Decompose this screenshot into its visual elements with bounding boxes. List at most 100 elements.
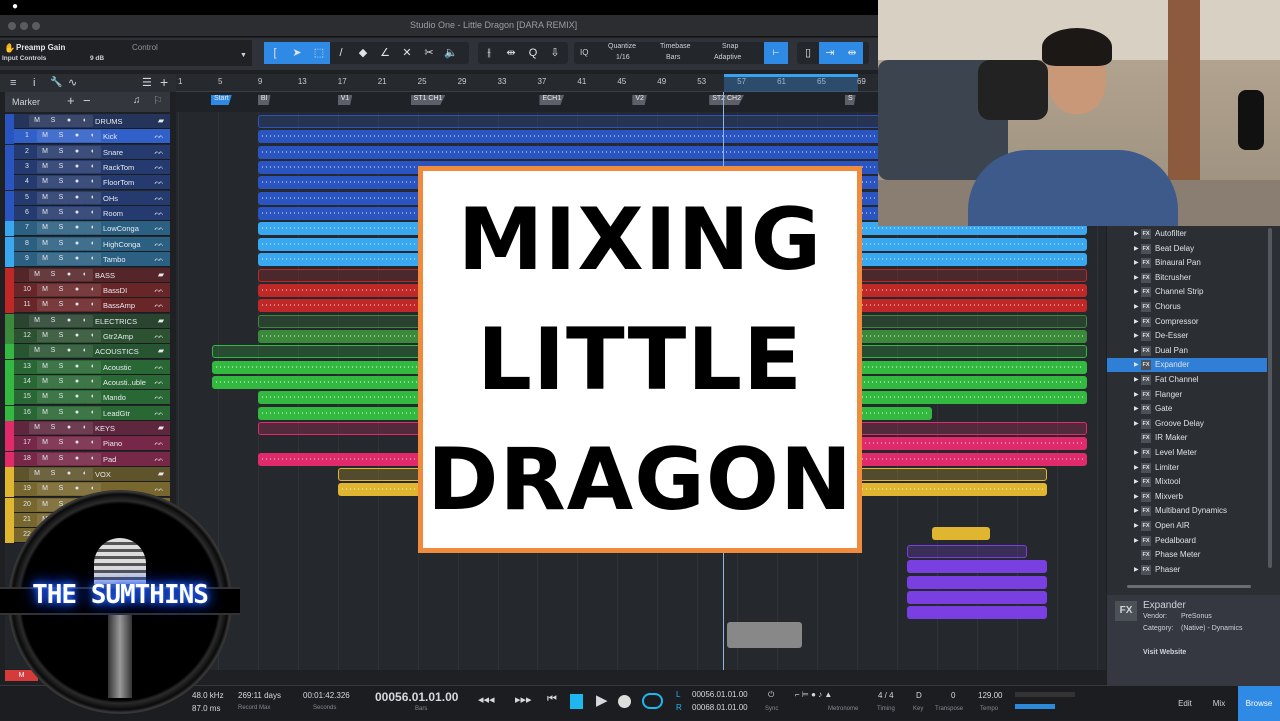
- track-name[interactable]: OHs: [103, 194, 118, 203]
- track-name[interactable]: Room: [103, 209, 123, 218]
- record-arm-button[interactable]: ●: [69, 176, 85, 189]
- track-row[interactable]: 8 M S ● ◐ HighConga ᨓ: [5, 236, 170, 252]
- solo-button[interactable]: S: [53, 237, 69, 250]
- browser-item[interactable]: ▶ FX Phaser: [1107, 563, 1267, 577]
- record-arm-button[interactable]: ●: [69, 391, 85, 404]
- expand-arrow-icon[interactable]: ▶: [1134, 230, 1139, 237]
- monitor-button[interactable]: ◐: [85, 145, 101, 158]
- loop-end[interactable]: 00068.01.01.00: [692, 703, 748, 712]
- track-color-strip[interactable]: [5, 497, 14, 513]
- folder-track[interactable]: M S ● ◐ BASS ▰: [5, 267, 170, 283]
- mute-button[interactable]: M: [37, 176, 53, 189]
- record-arm-button[interactable]: ●: [69, 237, 85, 250]
- marker[interactable]: BI: [257, 95, 271, 105]
- mute-button[interactable]: M: [37, 222, 53, 235]
- expand-arrow-icon[interactable]: ▶: [1134, 537, 1139, 544]
- monitor-button[interactable]: ◐: [77, 314, 93, 327]
- track-row[interactable]: 11 M S ● ◐ BassAmp ᨓ: [5, 298, 170, 314]
- browser-item[interactable]: ▶ FX Mixtool: [1107, 475, 1267, 489]
- transpose-value[interactable]: 0: [951, 691, 955, 700]
- folder-track[interactable]: M S ● ◐ DRUMS ▰: [5, 114, 170, 129]
- track-color-strip[interactable]: [5, 267, 14, 283]
- solo-button[interactable]: S: [45, 115, 61, 127]
- browser-item[interactable]: ▶ FX Dual Pan: [1107, 344, 1267, 358]
- record-arm-button[interactable]: ●: [61, 314, 77, 327]
- record-arm-button[interactable]: ●: [69, 406, 85, 419]
- inspector-control[interactable]: ✋ Preamp Gain Control Input Controls 9 d…: [0, 40, 252, 66]
- track-row[interactable]: 12 M S ● ◐ Gtr2Amp ᨓ: [5, 328, 170, 344]
- track-color-strip[interactable]: [5, 221, 14, 237]
- track-color-strip[interactable]: [5, 129, 14, 145]
- mute-button[interactable]: M: [29, 115, 45, 127]
- monitor-button[interactable]: ◐: [85, 406, 101, 419]
- split-tool-icon[interactable]: ✂: [418, 42, 440, 64]
- expand-arrow-icon[interactable]: ▶: [1134, 420, 1139, 427]
- solo-button[interactable]: S: [53, 130, 69, 143]
- seconds-label[interactable]: Seconds: [313, 705, 336, 711]
- monitor-button[interactable]: ◐: [85, 191, 101, 204]
- rewind-icon[interactable]: ◂◂◂: [478, 693, 495, 706]
- track-name[interactable]: Acousti..uble: [103, 378, 146, 387]
- monitor-button[interactable]: ◐: [85, 391, 101, 404]
- solo-button[interactable]: S: [53, 452, 69, 465]
- track-color-strip[interactable]: [5, 144, 14, 160]
- loop-start[interactable]: 00056.01.01.00: [692, 690, 748, 699]
- monitor-button[interactable]: ◐: [85, 437, 101, 450]
- marker[interactable]: V2: [632, 95, 647, 105]
- solo-button[interactable]: S: [53, 207, 69, 220]
- stop-button[interactable]: [570, 694, 583, 709]
- expand-arrow-icon[interactable]: ▶: [1134, 376, 1139, 383]
- expand-arrow-icon[interactable]: ▶: [1134, 361, 1139, 368]
- monitor-button[interactable]: ◐: [85, 452, 101, 465]
- audio-clip[interactable]: [906, 575, 1047, 589]
- browser-item[interactable]: ▶ FX Autofilter: [1107, 227, 1267, 241]
- folder-track[interactable]: M S ● ◐ ELECTRICS ▰: [5, 313, 170, 329]
- expand-arrow-icon[interactable]: ▶: [1134, 566, 1139, 573]
- monitor-button[interactable]: ◐: [85, 360, 101, 373]
- expand-arrow-icon[interactable]: ▶: [1134, 303, 1139, 310]
- record-arm-button[interactable]: ●: [61, 422, 77, 434]
- monitor-button[interactable]: ◐: [85, 253, 101, 266]
- track-row[interactable]: 14 M S ● ◐ Acousti..uble ᨓ: [5, 374, 170, 390]
- track-color-strip[interactable]: [5, 298, 14, 314]
- apple-icon[interactable]: ●: [12, 1, 18, 12]
- track-row[interactable]: 3 M S ● ◐ RackTom ᨓ: [5, 160, 170, 176]
- solo-button[interactable]: S: [45, 268, 61, 281]
- record-arm-button[interactable]: ●: [69, 483, 85, 496]
- record-arm-button[interactable]: ●: [69, 329, 85, 342]
- track-row[interactable]: 2 M S ● ◐ Snare ᨓ: [5, 144, 170, 160]
- track-row[interactable]: 4 M S ● ◐ FloorTom ᨓ: [5, 175, 170, 191]
- add-track-icon[interactable]: +: [160, 74, 168, 90]
- eraser-tool-icon[interactable]: ◆: [352, 42, 374, 64]
- loop-button[interactable]: [642, 693, 663, 709]
- solo-button[interactable]: S: [45, 345, 61, 358]
- audio-clip[interactable]: [932, 527, 990, 540]
- mute-button[interactable]: M: [37, 375, 53, 388]
- track-color-strip[interactable]: [5, 252, 14, 268]
- track-color-strip[interactable]: [5, 160, 14, 176]
- track-name[interactable]: BassAmp: [103, 301, 135, 310]
- mute-button[interactable]: M: [29, 268, 45, 281]
- monitor-button[interactable]: ◐: [77, 345, 93, 358]
- record-arm-button[interactable]: ●: [61, 115, 77, 127]
- marker[interactable]: Start: [210, 95, 232, 105]
- volume-slider[interactable]: [1015, 704, 1055, 709]
- play-button[interactable]: ▶: [596, 691, 608, 709]
- add-marker-icon[interactable]: +: [67, 93, 75, 108]
- dropdown-icon[interactable]: ▼: [240, 52, 247, 59]
- track-row[interactable]: 13 M S ● ◐ Acoustic ᨓ: [5, 359, 170, 375]
- solo-button[interactable]: S: [53, 191, 69, 204]
- follow-icon[interactable]: ⇥: [819, 42, 841, 64]
- expand-arrow-icon[interactable]: ▶: [1134, 332, 1139, 339]
- folder-track[interactable]: M S ● ◐ KEYS ▰: [5, 421, 170, 436]
- audio-clip[interactable]: [906, 606, 1047, 620]
- monitor-button[interactable]: ◐: [85, 207, 101, 220]
- mute-button[interactable]: M: [29, 422, 45, 434]
- monitor-button[interactable]: ◐: [85, 222, 101, 235]
- track-name[interactable]: LowConga: [103, 224, 139, 233]
- arrow-tool-icon[interactable]: ➤: [286, 42, 308, 64]
- paint-tool-icon[interactable]: ∠: [374, 42, 396, 64]
- edit-view-button[interactable]: Edit: [1168, 686, 1202, 721]
- track-name[interactable]: KEYS: [95, 424, 115, 433]
- list-menu-icon[interactable]: ≡: [10, 77, 16, 89]
